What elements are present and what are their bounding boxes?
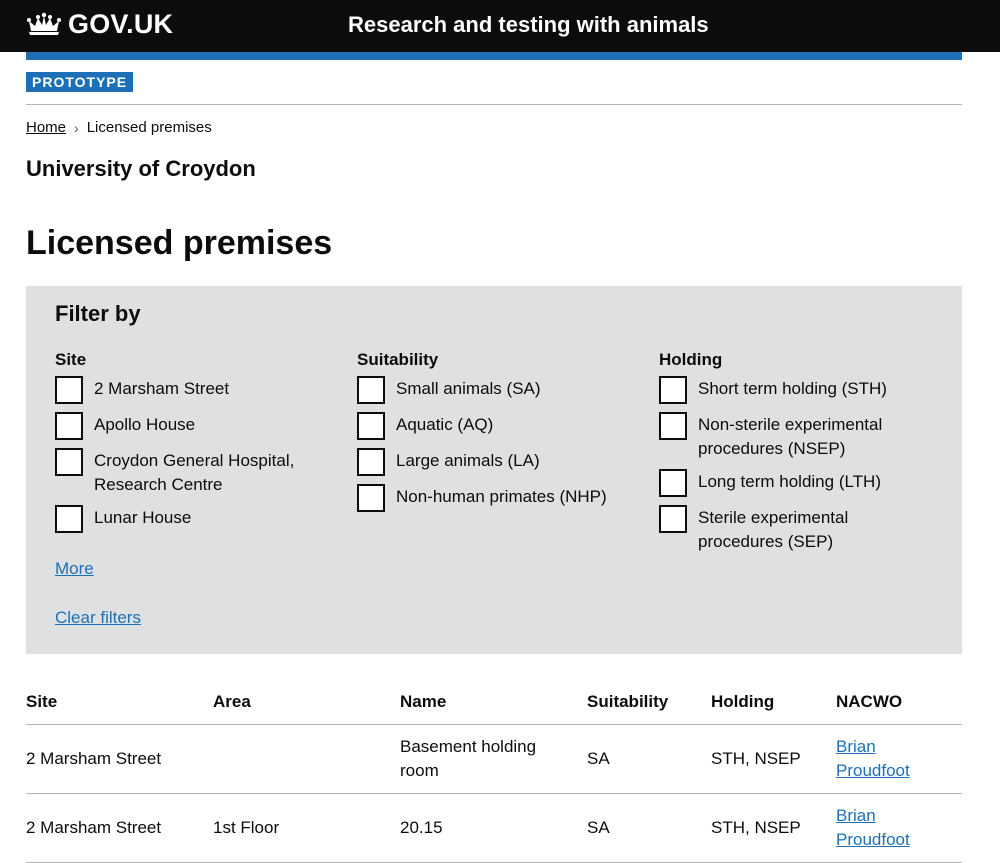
breadcrumb-current: Licensed premises xyxy=(86,119,212,136)
checkbox[interactable] xyxy=(357,376,385,404)
filter-option-suitability[interactable]: Aquatic (AQ) xyxy=(357,412,647,440)
checkbox[interactable] xyxy=(55,448,83,476)
breadcrumb: Home › Licensed premises xyxy=(26,119,1000,136)
filter-option-holding[interactable]: Short term holding (STH) xyxy=(659,376,949,404)
checkbox[interactable] xyxy=(357,448,385,476)
cell-area xyxy=(213,724,400,794)
cell-nacwo: Brian Proudfoot xyxy=(836,793,962,863)
filter-group-heading: Holding xyxy=(659,350,723,369)
govuk-logo-link[interactable]: GOV.UK xyxy=(26,9,173,40)
column-header: Area xyxy=(213,682,400,725)
column-header: Holding xyxy=(711,682,836,725)
cell-nacwo: Brian Proudfoot xyxy=(836,724,962,794)
filter-option-site[interactable]: Croydon General Hospital, Research Centr… xyxy=(55,448,345,497)
filter-option-suitability[interactable]: Small animals (SA) xyxy=(357,376,647,404)
filter-option-suitability[interactable]: Large animals (LA) xyxy=(357,448,647,476)
cell-holding: STH, NSEP xyxy=(711,724,836,794)
column-header: Name xyxy=(400,682,587,725)
premises-table: Site Area Name Suitability Holding NACWO… xyxy=(26,682,962,863)
filter-group-holding: Holding Short term holding (STH) Non-ste… xyxy=(659,351,949,554)
cell-name: Basement holding room xyxy=(400,724,587,794)
phase-banner-divider xyxy=(26,104,962,105)
service-name[interactable]: Research and testing with animals xyxy=(348,12,709,38)
filter-group-heading: Site xyxy=(55,350,87,369)
filter-group-heading: Suitability xyxy=(357,350,439,369)
checkbox[interactable] xyxy=(357,412,385,440)
checkbox[interactable] xyxy=(55,376,83,404)
cell-name: 20.15 xyxy=(400,793,587,863)
filter-option-holding[interactable]: Long term holding (LTH) xyxy=(659,469,949,497)
cell-holding: STH, NSEP xyxy=(711,793,836,863)
filter-option-suitability[interactable]: Non-human primates (NHP) xyxy=(357,484,647,512)
filter-option-site[interactable]: Lunar House xyxy=(55,505,345,533)
cell-site: 2 Marsham Street xyxy=(26,724,213,794)
table-header-row: Site Area Name Suitability Holding NACWO xyxy=(26,682,962,725)
table-row: 2 Marsham Street Basement holding room S… xyxy=(26,724,962,794)
checkbox[interactable] xyxy=(659,412,687,440)
column-header: Suitability xyxy=(587,682,711,725)
filter-group-suitability: Suitability Small animals (SA) Aquatic (… xyxy=(357,351,647,512)
page-title: Licensed premises xyxy=(26,224,333,262)
cell-suitability: SA xyxy=(587,724,711,794)
column-header: Site xyxy=(26,682,213,725)
filter-option-site[interactable]: 2 Marsham Street xyxy=(55,376,345,404)
establishment-name: University of Croydon xyxy=(26,156,256,181)
column-header: NACWO xyxy=(836,682,962,725)
filter-heading: Filter by xyxy=(55,301,141,326)
more-filters-link[interactable]: More xyxy=(55,559,94,579)
filter-option-site[interactable]: Apollo House xyxy=(55,412,345,440)
checkbox[interactable] xyxy=(357,484,385,512)
chevron-right-icon: › xyxy=(74,119,79,136)
filter-option-holding[interactable]: Sterile experimental procedures (SEP) xyxy=(659,505,949,554)
clear-filters-link[interactable]: Clear filters xyxy=(55,608,141,628)
checkbox[interactable] xyxy=(659,505,687,533)
cell-site: 2 Marsham Street xyxy=(26,793,213,863)
checkbox[interactable] xyxy=(55,505,83,533)
logo-text: GOV.UK xyxy=(68,9,174,39)
header-blue-bar xyxy=(26,52,962,60)
nacwo-link[interactable]: Brian Proudfoot xyxy=(836,735,926,783)
site-header: GOV.UK Research and testing with animals xyxy=(0,0,1000,52)
crown-icon xyxy=(27,12,61,35)
filter-option-holding[interactable]: Non-sterile experimental procedures (NSE… xyxy=(659,412,949,461)
checkbox[interactable] xyxy=(659,376,687,404)
cell-area: 1st Floor xyxy=(213,793,400,863)
table-row: 2 Marsham Street 1st Floor 20.15 SA STH,… xyxy=(26,793,962,863)
filter-panel: Filter by Site 2 Marsham Street Apollo H… xyxy=(26,286,962,654)
nacwo-link[interactable]: Brian Proudfoot xyxy=(836,804,926,852)
cell-suitability: SA xyxy=(587,793,711,863)
checkbox[interactable] xyxy=(55,412,83,440)
checkbox[interactable] xyxy=(659,469,687,497)
breadcrumb-home-link[interactable]: Home xyxy=(26,119,66,136)
phase-tag: PROTOTYPE xyxy=(26,72,134,92)
filter-group-site: Site 2 Marsham Street Apollo House Croyd… xyxy=(55,351,345,533)
